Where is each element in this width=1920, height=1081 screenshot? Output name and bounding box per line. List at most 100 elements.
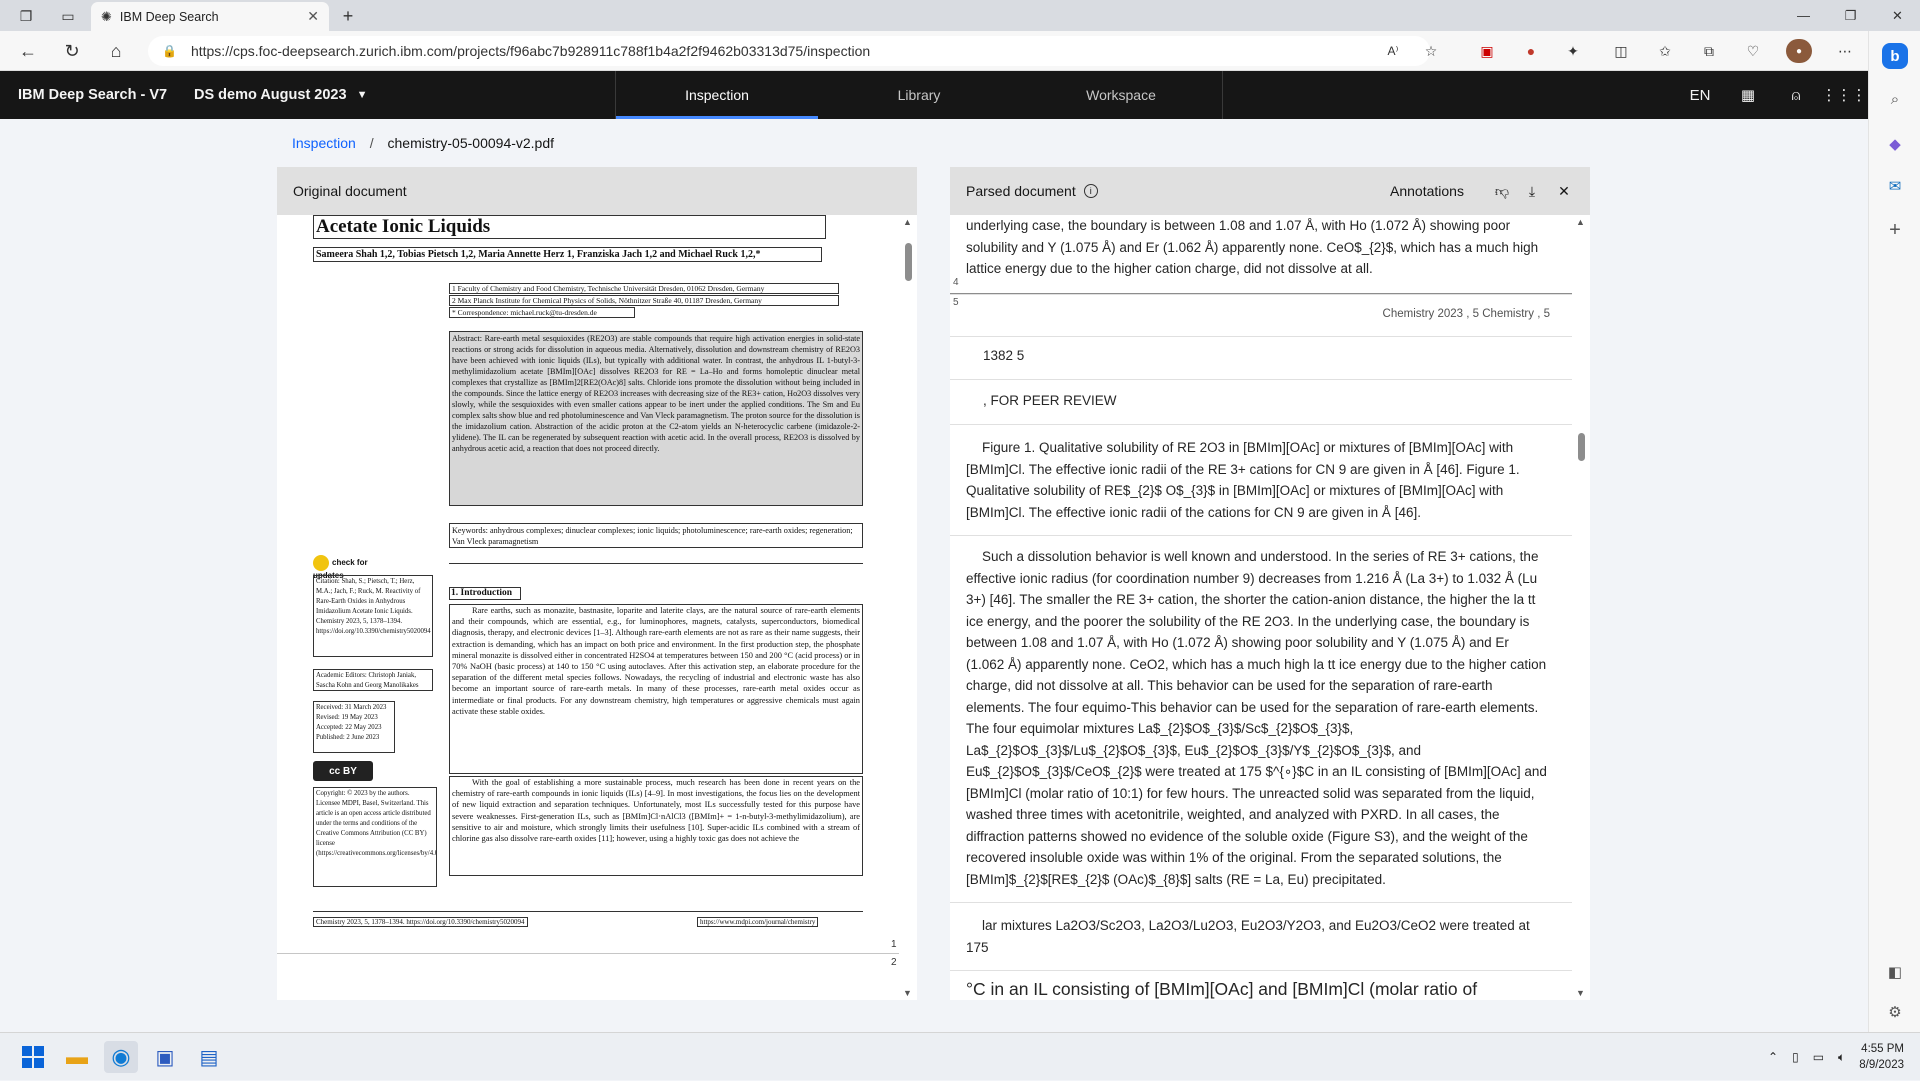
thumbs-down-icon[interactable]: 👎︎ xyxy=(1488,167,1516,215)
breadcrumb-inspection-link[interactable]: Inspection xyxy=(292,135,356,151)
pdf-viewer[interactable]: Acetate Ionic Liquids Sameera Shah 1,2, … xyxy=(277,215,899,1000)
hide-sidebar-icon[interactable]: ◧ xyxy=(1882,959,1908,985)
pdf-authors[interactable]: Sameera Shah 1,2, Tobias Pietsch 1,2, Ma… xyxy=(313,247,822,262)
close-icon[interactable]: ✕ xyxy=(1550,167,1578,215)
breadcrumb-separator: / xyxy=(369,135,374,151)
scroll-thumb[interactable] xyxy=(905,243,912,281)
original-document-panel: Original document Acetate Ionic Liquids … xyxy=(277,167,917,1000)
close-window-icon[interactable]: ✕ xyxy=(1875,0,1920,31)
tab-inspection[interactable]: Inspection xyxy=(616,71,818,119)
scroll-thumb[interactable] xyxy=(1578,433,1585,461)
edge-browser-icon[interactable]: ◉ xyxy=(104,1041,138,1073)
minimize-icon[interactable]: — xyxy=(1781,0,1826,31)
browser-tab-active[interactable]: ✺ IBM Deep Search ✕ xyxy=(91,2,329,31)
refresh-icon[interactable]: ↻ xyxy=(58,37,86,65)
parsed-figure-caption[interactable]: Figure 1. Qualitative solubility of RE 2… xyxy=(950,426,1572,536)
info-icon[interactable]: i xyxy=(1083,184,1098,198)
more-menu-icon[interactable]: ⋯ xyxy=(1832,39,1858,63)
page-number: 2 xyxy=(891,957,897,968)
pdf-scrollbar[interactable]: ▲ ▼ xyxy=(899,215,917,1000)
annotations-label[interactable]: Annotations xyxy=(1390,167,1464,215)
cc-license-badge: cc BY xyxy=(313,761,373,781)
start-icon[interactable] xyxy=(16,1041,50,1073)
breadcrumb: Inspection / chemistry-05-00094-v2.pdf xyxy=(292,135,554,151)
parsed-scrollbar[interactable]: ▲ ▼ xyxy=(1572,215,1590,1000)
extensions-icon[interactable]: ✦ xyxy=(1560,39,1586,63)
pdf-footer-citation[interactable]: Chemistry 2023, 5, 1378–1394. https://do… xyxy=(313,917,528,927)
pdf-title[interactable]: Acetate Ionic Liquids xyxy=(313,215,826,239)
pdf-footer-url[interactable]: https://www.mdpi.com/journal/chemistry xyxy=(697,917,819,927)
pdf-keywords[interactable]: Keywords: anhydrous complexes; dinuclear… xyxy=(449,523,863,548)
home-icon[interactable]: ⌂ xyxy=(102,37,130,65)
panel-title: Original document xyxy=(277,167,917,215)
restore-icon[interactable]: ❐ xyxy=(1828,0,1873,31)
file-explorer-icon[interactable]: ▬ xyxy=(60,1041,94,1073)
app-header: IBM Deep Search - V7 DS demo August 2023… xyxy=(0,71,1868,119)
collections-icon[interactable]: ⧉ xyxy=(1696,39,1722,63)
usb-icon[interactable]: ▯ xyxy=(1792,1050,1799,1064)
user-icon[interactable]: ⍝ xyxy=(1772,71,1820,119)
pdf-affiliation[interactable]: 1 Faculty of Chemistry and Food Chemistr… xyxy=(449,283,839,294)
pdf-abstract[interactable]: Abstract: Rare-earth metal sesquioxides … xyxy=(449,331,863,506)
close-tab-icon[interactable]: ✕ xyxy=(307,8,319,25)
network-icon[interactable]: ▭ xyxy=(1813,1050,1824,1064)
app-switcher-icon[interactable]: ⋮⋮⋮ xyxy=(1820,71,1868,119)
language-switch[interactable]: EN xyxy=(1676,71,1724,119)
parsed-page-header[interactable]: Chemistry 2023 , 5 Chemistry , 5 xyxy=(950,293,1572,337)
pdf-affiliation[interactable]: 2 Max Planck Institute for Chemical Phys… xyxy=(449,295,839,306)
back-icon[interactable]: ← xyxy=(14,37,42,65)
favorites-icon[interactable]: ✩ xyxy=(1652,39,1678,63)
add-sidebar-app-icon[interactable]: + xyxy=(1882,217,1908,243)
scroll-down-icon[interactable]: ▼ xyxy=(903,988,912,998)
store-icon[interactable]: ▣ xyxy=(148,1041,182,1073)
tab-actions-icon[interactable]: ▭ xyxy=(54,4,82,28)
deep-search-favicon: ✺ xyxy=(101,8,112,24)
pdf-editors[interactable]: Academic Editors: Christoph Janiak, Sasc… xyxy=(313,669,433,691)
bing-chat-icon[interactable]: b xyxy=(1882,43,1908,69)
extension-badge-icon[interactable]: ● xyxy=(1518,39,1544,63)
split-screen-icon[interactable]: ◫ xyxy=(1608,39,1634,63)
office-icon[interactable]: ◆ xyxy=(1882,131,1908,157)
browser-tab-strip: ❐ ▭ ✺ IBM Deep Search ✕ + — ❐ ✕ xyxy=(0,0,1920,31)
volume-icon[interactable]: 🔈︎ xyxy=(1838,1050,1845,1065)
extension-red-icon[interactable]: ▣ xyxy=(1474,39,1500,63)
search-icon[interactable]: ⌕ xyxy=(1882,86,1908,112)
scroll-down-icon[interactable]: ▼ xyxy=(1576,988,1585,998)
pdf-affiliation[interactable]: * Correspondence: michael.ruck@tu-dresde… xyxy=(449,307,635,318)
tab-workspace[interactable]: Workspace xyxy=(1020,71,1222,119)
parsed-paragraph[interactable]: Such a dissolution behavior is well know… xyxy=(950,535,1572,903)
pdf-paragraph[interactable]: With the goal of establishing a more sus… xyxy=(449,776,863,876)
pdf-copyright[interactable]: Copyright: © 2023 by the authors. Licens… xyxy=(313,787,437,887)
pdf-paragraph[interactable]: Rare earths, such as monazite, bastnasit… xyxy=(449,604,863,774)
parsed-block[interactable]: underlying case, the boundary is between… xyxy=(950,215,1572,295)
parsed-paragraph[interactable]: °C in an IL consisting of [BMIm][OAc] an… xyxy=(950,973,1572,1000)
clock[interactable]: 4:55 PM 8/9/2023 xyxy=(1859,1041,1904,1073)
parsed-block[interactable]: , FOR PEER REVIEW xyxy=(950,382,1572,425)
address-bar[interactable]: 🔒 https://cps.foc-deepsearch.zurich.ibm.… xyxy=(148,36,1430,66)
outlook-icon[interactable]: ✉ xyxy=(1882,173,1908,199)
app-brand[interactable]: IBM Deep Search - V7 xyxy=(18,71,167,119)
app-window-icon[interactable]: ▤ xyxy=(192,1041,226,1073)
new-tab-icon[interactable]: + xyxy=(334,4,362,28)
panel-title: Parsed document xyxy=(966,183,1076,199)
tab-library[interactable]: Library xyxy=(818,71,1020,119)
read-aloud-icon[interactable]: A⁾ xyxy=(1380,39,1406,63)
pdf-citation[interactable]: Citation: Shah, S.; Pietsch, T.; Herz, M… xyxy=(313,575,433,657)
parsed-block[interactable]: 1382 5 xyxy=(950,337,1572,380)
edge-sidebar: b ⌕ ◆ ✉ + ◧ ⚙ xyxy=(1868,31,1920,1032)
parsed-content[interactable]: underlying case, the boundary is between… xyxy=(950,215,1572,1000)
scroll-up-icon[interactable]: ▲ xyxy=(1576,217,1585,227)
browser-essentials-icon[interactable]: ♡ xyxy=(1740,39,1766,63)
project-selector[interactable]: DS demo August 2023 ▼ xyxy=(194,71,367,119)
workspaces-icon[interactable]: ❐ xyxy=(12,4,40,28)
parsed-paragraph[interactable]: lar mixtures La2O3/Sc2O3, La2O3/Lu2O3, E… xyxy=(950,905,1572,971)
pdf-dates[interactable]: Received: 31 March 2023 Revised: 19 May … xyxy=(313,701,395,753)
favorite-star-icon[interactable]: ☆ xyxy=(1418,39,1444,63)
profile-avatar[interactable]: ● xyxy=(1786,39,1812,63)
calendar-icon[interactable]: ▦ xyxy=(1724,71,1772,119)
download-icon[interactable]: ⤓ xyxy=(1518,167,1546,215)
tray-chevron-icon[interactable]: ⌃ xyxy=(1768,1050,1778,1064)
sidebar-settings-icon[interactable]: ⚙ xyxy=(1882,999,1908,1025)
scroll-up-icon[interactable]: ▲ xyxy=(903,217,912,227)
pdf-section-heading[interactable]: 1. Introduction xyxy=(449,587,521,600)
